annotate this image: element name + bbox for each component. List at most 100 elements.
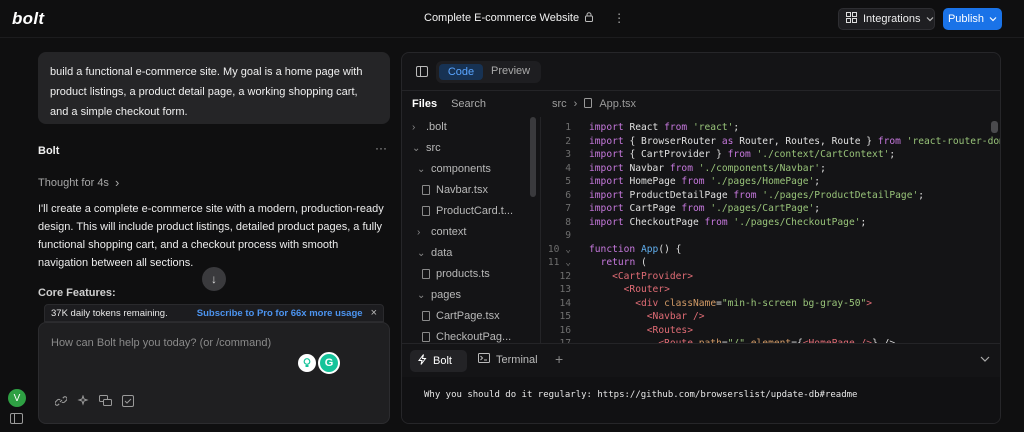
code-line: import HomePage from './pages/HomePage'; bbox=[589, 176, 821, 187]
grammarly-widget[interactable]: G bbox=[298, 352, 340, 374]
code-editor[interactable]: 1 2 3 4 5 6 7 8 9 10 ⌄ 11 ⌄ 12 13 14 15 16… bbox=[540, 117, 1000, 343]
tab-bolt-label: Bolt bbox=[433, 355, 452, 367]
collapse-terminal-icon[interactable] bbox=[980, 353, 990, 365]
workbench: Code Preview Files Search › .bolt ⌄ src ⌄ com… bbox=[401, 52, 1001, 424]
file-tree-label: .bolt bbox=[426, 121, 447, 133]
tab-search[interactable]: Search bbox=[451, 98, 486, 110]
attach-link-icon[interactable] bbox=[54, 395, 68, 410]
editor-scrollbar[interactable] bbox=[991, 121, 998, 133]
chevron-down-icon: ⌄ bbox=[417, 247, 426, 259]
lock-icon bbox=[585, 12, 594, 24]
file-tree-item[interactable]: ⌄ components bbox=[417, 159, 491, 179]
line-number: 8 bbox=[565, 216, 571, 228]
code-line: <Routes> bbox=[646, 324, 693, 336]
top-bar: bolt Complete E-commerce Website ⋮ Integ… bbox=[0, 0, 1024, 38]
chevron-down-icon: ⌄ bbox=[412, 142, 421, 154]
file-tree-item[interactable]: ⌄ pages bbox=[417, 285, 461, 305]
arrow-down-icon: ↓ bbox=[211, 272, 217, 286]
file-tree-label: CartPage.tsx bbox=[436, 310, 500, 322]
file-tree-label: data bbox=[431, 247, 453, 259]
subscribe-link[interactable]: Subscribe to Pro for 66x more usage bbox=[197, 308, 363, 319]
enhance-prompt-icon[interactable] bbox=[77, 394, 89, 410]
message-more-icon[interactable]: ··· bbox=[375, 141, 387, 155]
view-switcher: Code Preview bbox=[436, 61, 541, 83]
code-line: <Router> bbox=[623, 284, 670, 295]
file-tree-item[interactable]: Navbar.tsx bbox=[422, 180, 488, 200]
project-more-icon[interactable]: ⋮ bbox=[613, 11, 625, 25]
discuss-icon[interactable] bbox=[99, 395, 112, 410]
panel-toggle-icon[interactable] bbox=[416, 66, 428, 77]
file-tree-item[interactable]: CartPage.tsx bbox=[422, 306, 500, 326]
workbench-header: Code Preview bbox=[402, 53, 1000, 91]
add-terminal-icon[interactable]: + bbox=[555, 351, 563, 367]
line-number: 9 bbox=[565, 230, 571, 241]
file-tree-item[interactable]: › .bolt bbox=[412, 117, 447, 137]
line-number: 4 bbox=[565, 162, 571, 174]
integrations-button[interactable]: Integrations bbox=[838, 8, 935, 30]
file-tree-item[interactable]: products.ts bbox=[422, 264, 490, 284]
breadcrumb: src › App.tsx bbox=[552, 91, 636, 117]
file-tree-label: ProductCard.t... bbox=[436, 205, 514, 217]
file-tree-label: components bbox=[431, 163, 491, 175]
project-title-area[interactable]: Complete E-commerce Website ⋮ bbox=[424, 11, 625, 25]
code-line: <CartProvider> bbox=[612, 270, 693, 282]
thought-label: Thought for 4s bbox=[38, 176, 109, 189]
file-icon bbox=[422, 311, 430, 321]
file-tree-label: products.ts bbox=[436, 268, 490, 280]
bolt-logo[interactable]: bolt bbox=[12, 9, 44, 29]
terminal-output[interactable]: Why you should do it regularly: https://… bbox=[402, 377, 1000, 423]
line-number: 3 bbox=[565, 149, 571, 160]
publish-label: Publish bbox=[947, 13, 985, 25]
line-number: 6 bbox=[565, 189, 571, 201]
breadcrumb-folder[interactable]: src bbox=[552, 98, 567, 110]
integrations-icon bbox=[846, 12, 857, 26]
publish-button[interactable]: Publish bbox=[943, 8, 1002, 30]
file-tree-item[interactable]: CheckoutPag... bbox=[422, 327, 511, 343]
tab-files[interactable]: Files bbox=[412, 98, 437, 110]
tab-code[interactable]: Code bbox=[439, 64, 483, 80]
file-tree-scrollbar[interactable] bbox=[530, 117, 536, 197]
line-number: 13 bbox=[559, 284, 571, 295]
line-number: 12 bbox=[559, 270, 571, 282]
chevron-down-icon: ⌄ bbox=[417, 163, 426, 175]
chevron-right-icon: › bbox=[573, 98, 578, 110]
file-icon bbox=[422, 269, 430, 279]
code-line: import React from 'react'; bbox=[589, 122, 740, 133]
close-icon[interactable]: × bbox=[371, 307, 377, 319]
project-title[interactable]: Complete E-commerce Website bbox=[424, 12, 579, 24]
chevron-right-icon: › bbox=[417, 226, 421, 238]
line-numbers: 1 2 3 4 5 6 7 8 9 10 ⌄ 11 ⌄ 12 13 14 15 16… bbox=[541, 121, 571, 343]
file-tree-item[interactable]: ⌄ data bbox=[417, 243, 452, 263]
sidebar-toggle-icon[interactable] bbox=[10, 413, 23, 424]
file-tree-item[interactable]: › context bbox=[417, 222, 466, 242]
code-content[interactable]: import React from 'react'; import { Brows… bbox=[589, 121, 1000, 343]
file-tree-label: Navbar.tsx bbox=[436, 184, 488, 196]
code-line: import CheckoutPage from './pages/Checko… bbox=[589, 216, 867, 228]
file-tree-label: src bbox=[426, 142, 441, 154]
core-features-heading: Core Features: bbox=[38, 287, 116, 299]
code-line: import CartPage from './pages/CartPage'; bbox=[589, 203, 821, 214]
breadcrumb-file[interactable]: App.tsx bbox=[599, 98, 636, 110]
file-tree-item[interactable]: ProductCard.t... bbox=[422, 201, 513, 221]
line-number: 10 ⌄ bbox=[547, 243, 571, 255]
terminal-line: Why you should do it regularly: https://… bbox=[424, 390, 858, 400]
tab-bolt-terminal[interactable]: Bolt bbox=[410, 350, 467, 372]
assistant-name: Bolt bbox=[38, 145, 60, 157]
code-line: import { CartProvider } from './context/… bbox=[589, 149, 896, 160]
avatar[interactable]: V bbox=[8, 389, 26, 407]
code-line: import Navbar from './components/Navbar'… bbox=[589, 162, 826, 174]
tab-preview[interactable]: Preview bbox=[491, 65, 530, 77]
chevron-down-icon: ⌄ bbox=[417, 289, 426, 301]
line-number: 15 bbox=[559, 311, 571, 322]
file-tree-label: context bbox=[431, 226, 467, 238]
tab-terminal[interactable]: Terminal bbox=[478, 353, 538, 366]
thought-toggle[interactable]: Thought for 4s › bbox=[38, 175, 119, 190]
checklist-icon[interactable] bbox=[122, 395, 134, 410]
file-icon bbox=[422, 332, 430, 342]
file-tree-item[interactable]: ⌄ src bbox=[412, 138, 441, 158]
tokens-remaining: 37K daily tokens remaining. bbox=[51, 307, 168, 319]
scroll-down-button[interactable]: ↓ bbox=[202, 267, 226, 291]
code-line: <Navbar /> bbox=[646, 311, 705, 322]
terminal-tabs: Bolt Terminal + bbox=[402, 343, 1000, 377]
